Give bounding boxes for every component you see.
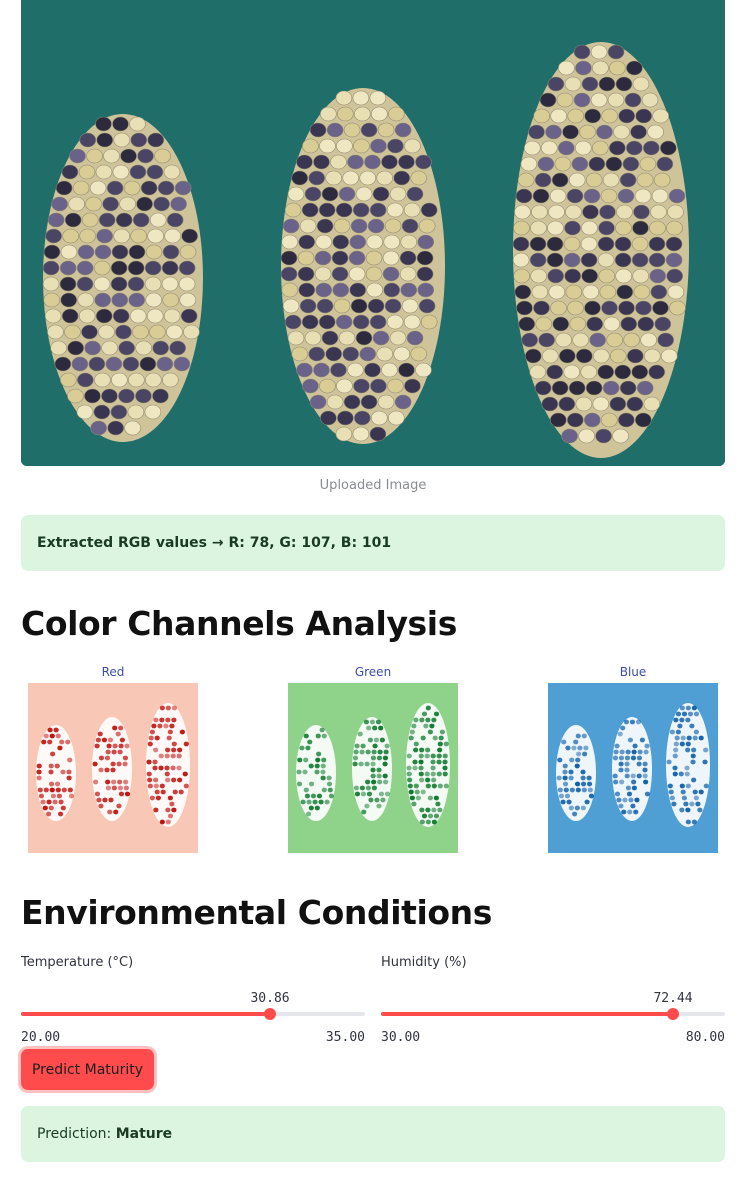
red-channel-title: Red bbox=[101, 665, 125, 679]
channel-cob bbox=[352, 717, 392, 821]
green-channel: Green bbox=[287, 665, 459, 853]
humidity-fill bbox=[381, 1012, 674, 1016]
humidity-thumb[interactable] bbox=[667, 1008, 680, 1020]
green-channel-image bbox=[288, 683, 458, 853]
rgb-values-alert: Extracted RGB values → R: 78, G: 107, B:… bbox=[21, 515, 725, 571]
temperature-thumb[interactable] bbox=[264, 1008, 277, 1020]
channel-cob bbox=[666, 703, 710, 827]
predict-maturity-button[interactable]: Predict Maturity bbox=[21, 1049, 154, 1090]
channel-cob bbox=[612, 717, 652, 821]
channel-cob bbox=[406, 703, 450, 827]
prediction-prefix: Prediction: bbox=[37, 1126, 116, 1142]
channel-cob bbox=[92, 717, 132, 821]
channel-cob bbox=[296, 725, 336, 821]
green-channel-title: Green bbox=[354, 665, 392, 679]
channel-cob bbox=[556, 725, 596, 821]
environmental-conditions-heading: Environmental Conditions bbox=[21, 893, 493, 932]
temperature-value: 30.86 bbox=[250, 991, 290, 1006]
corn-cob bbox=[280, 88, 445, 444]
temperature-label: Temperature (°C) bbox=[21, 955, 134, 970]
humidity-value: 72.44 bbox=[653, 991, 693, 1006]
temperature-slider[interactable]: Temperature (°C) 30.86 20.00 35.00 bbox=[21, 955, 365, 1045]
humidity-track[interactable] bbox=[381, 1008, 725, 1020]
channel-cob bbox=[146, 703, 190, 827]
humidity-max: 80.00 bbox=[685, 1030, 725, 1045]
corn-cob bbox=[42, 114, 203, 442]
temperature-min: 20.00 bbox=[21, 1030, 61, 1045]
red-channel-image bbox=[28, 683, 198, 853]
corn-photo bbox=[21, 0, 725, 466]
temperature-track[interactable] bbox=[21, 1008, 365, 1020]
blue-channel-image bbox=[548, 683, 718, 853]
uploaded-image bbox=[21, 0, 725, 466]
humidity-slider[interactable]: Humidity (%) 72.44 30.00 80.00 bbox=[381, 955, 725, 1045]
corn-cob bbox=[512, 42, 689, 458]
blue-channel: Blue bbox=[547, 665, 719, 853]
red-channel: Red bbox=[27, 665, 199, 853]
image-caption: Uploaded Image bbox=[319, 478, 427, 493]
color-channels-heading: Color Channels Analysis bbox=[21, 604, 457, 643]
channel-cob bbox=[36, 725, 76, 821]
temperature-max: 35.00 bbox=[325, 1030, 365, 1045]
humidity-label: Humidity (%) bbox=[381, 955, 467, 970]
prediction-value: Mature bbox=[115, 1126, 173, 1142]
temperature-fill bbox=[21, 1012, 271, 1016]
rgb-values-text: Extracted RGB values → R: 78, G: 107, B:… bbox=[37, 535, 392, 551]
humidity-min: 30.00 bbox=[381, 1030, 421, 1045]
prediction-alert: Prediction: Mature bbox=[21, 1106, 725, 1162]
blue-channel-title: Blue bbox=[619, 665, 647, 679]
